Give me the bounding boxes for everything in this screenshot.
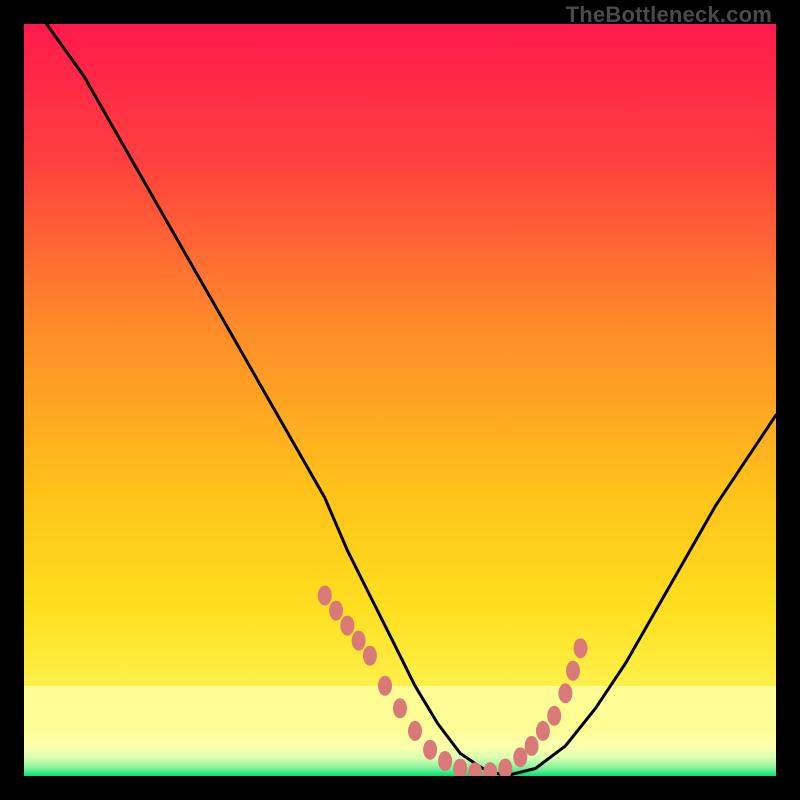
highlight-dot <box>340 616 354 636</box>
highlight-dot <box>558 683 572 703</box>
highlight-dot <box>547 706 561 726</box>
highlight-dot <box>318 586 332 606</box>
highlight-dot <box>408 721 422 741</box>
bottom-gradient <box>24 732 776 776</box>
chart-frame <box>24 24 776 776</box>
highlight-dot <box>438 751 452 771</box>
highlight-dot <box>423 740 437 760</box>
highlight-dot <box>329 601 343 621</box>
highlight-dot <box>536 721 550 741</box>
highlight-dot <box>566 661 580 681</box>
highlight-dot <box>352 631 366 651</box>
highlight-dot <box>393 698 407 718</box>
highlight-dot <box>513 747 527 767</box>
highlight-dot <box>525 736 539 756</box>
highlight-dot <box>363 646 377 666</box>
bottleneck-chart <box>24 24 776 776</box>
highlight-dot <box>378 676 392 696</box>
highlight-dot <box>574 638 588 658</box>
gradient-background <box>24 24 776 776</box>
